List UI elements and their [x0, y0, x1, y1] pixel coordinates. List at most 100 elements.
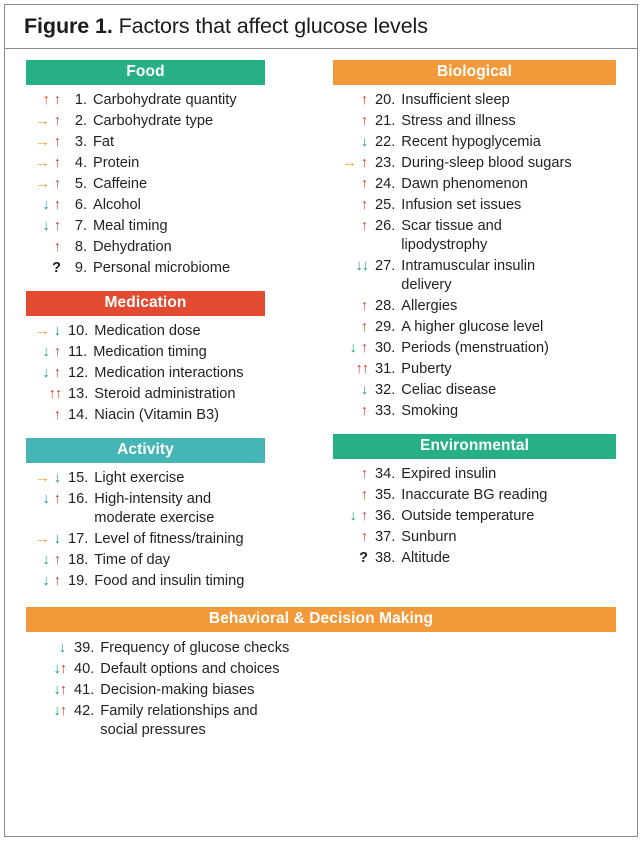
item-number: 42.: [74, 703, 95, 720]
item-number: 19.: [68, 573, 89, 590]
arrow-down-icon: ↓: [360, 381, 368, 398]
arrow-up-icon: ↑: [360, 297, 368, 314]
item-number: 28.: [375, 297, 396, 314]
arrow-down-icon: ↓: [42, 197, 50, 214]
item-label: Meal timing: [93, 218, 168, 235]
item-list-medication: → ↓ 10. Medication dose ↓ ↑ 11. Medication timi…: [26, 316, 265, 425]
item-label: Scar tissue and lipodystrophy: [401, 217, 616, 255]
list-item: ↓↑ 41. Decision-making biases: [26, 681, 616, 700]
item-label: Puberty: [401, 360, 452, 377]
item-number: 26.: [375, 218, 396, 235]
item-label: Allergies: [401, 297, 458, 314]
list-item: ↓ ↑ 19. Food and insulin timing: [26, 572, 265, 591]
arrow-up-icon: ↑: [53, 365, 61, 382]
list-item: ↑ 37. Sunburn: [333, 528, 616, 547]
arrow-up-icon: ↑: [53, 218, 61, 235]
item-label-continued: lipodystrophy: [401, 237, 488, 254]
arrow-down-icon: ↓: [42, 491, 50, 508]
item-number: 5.: [74, 176, 87, 193]
arrow-up-icon: ↑: [360, 487, 368, 503]
item-label: Personal microbiome: [93, 260, 231, 277]
arrow-up-icon: ↑: [360, 318, 368, 335]
item-number: 4.: [74, 155, 87, 172]
impact-arrows: ↓↓: [333, 257, 375, 276]
impact-arrows: ↓↑: [26, 702, 74, 721]
list-item: ↑ 25. Infusion set issues: [333, 196, 616, 215]
impact-arrows: ↑: [333, 297, 375, 316]
section-header-medication: Medication: [26, 290, 265, 317]
impact-arrows: ↓: [333, 381, 375, 400]
impact-arrows: ↑↑: [26, 385, 68, 404]
item-number: 1.: [74, 92, 87, 109]
list-item: → ↑ 2. Carbohydrate type: [26, 112, 265, 131]
item-number: 8.: [74, 239, 87, 256]
item-number: 13.: [68, 386, 89, 403]
impact-arrows: ↑: [26, 238, 68, 257]
list-item: → ↑ 4. Protein: [26, 154, 265, 173]
item-number: 24.: [375, 176, 396, 193]
arrow-down-icon: ↓: [349, 339, 357, 356]
item-number: 17.: [68, 531, 89, 548]
item-label: Insufficient sleep: [401, 92, 510, 109]
item-label: Frequency of glucose checks: [100, 640, 290, 657]
arrow-up-icon: ↑: [360, 155, 368, 172]
arrow-up-icon: ↑: [53, 176, 61, 193]
arrow-right-icon: →: [35, 531, 50, 548]
arrow-up-icon: ↑: [53, 113, 61, 130]
item-label: Alcohol: [93, 197, 141, 214]
item-number: 20.: [375, 92, 396, 109]
arrow-down-icon: ↓: [53, 531, 61, 548]
item-list-environmental: ↑ 34. Expired insulin ↑ 35. Inaccurate BG rea…: [333, 459, 616, 568]
arrow-up-icon: ↑: [360, 402, 368, 419]
list-item: → ↓ 15. Light exercise: [26, 469, 265, 488]
arrow-up-icon: ↑: [53, 239, 61, 256]
arrow-up-icon: ↑: [360, 507, 368, 524]
impact-arrows: ↓↑: [26, 196, 68, 215]
item-label: Default options and choices: [100, 661, 280, 678]
impact-arrows: ↓↑: [26, 681, 74, 700]
item-label: Medication timing: [93, 344, 207, 361]
impact-arrows: ↑: [333, 175, 375, 194]
item-label: Celiac disease: [401, 381, 497, 398]
list-item: ↓ ↑ 7. Meal timing: [26, 217, 265, 236]
arrow-up-icon: ↑: [360, 218, 368, 235]
arrow-down-icon: ↓: [58, 640, 66, 657]
impact-arrows: ↑: [26, 406, 68, 425]
list-item: ↓↑ 42. Family relationships and social pres…: [26, 702, 616, 740]
item-number: 33.: [375, 402, 396, 419]
item-number: 9.: [74, 260, 87, 277]
arrow-right-icon: →: [35, 470, 50, 487]
list-item: → ↑ 23. During-sleep blood sugars: [333, 154, 616, 173]
arrow-up-icon: ↑: [53, 134, 61, 151]
list-item: ↑ 34. Expired insulin: [333, 465, 616, 484]
arrow-down-icon: ↓: [42, 573, 50, 590]
impact-arrows: ↑: [333, 318, 375, 337]
item-number: 34.: [375, 466, 396, 483]
impact-arrows: ↑: [333, 486, 375, 505]
arrow-up-icon: ↑: [360, 197, 368, 214]
arrow-right-icon: →: [35, 323, 50, 340]
impact-arrows: ↓↑: [26, 343, 68, 362]
arrow-down-icon: ↓: [53, 470, 61, 487]
list-item: ↑ 21. Stress and illness: [333, 112, 616, 131]
arrow-right-icon: →: [35, 134, 50, 151]
arrow-up-icon: ↑: [59, 661, 67, 678]
list-item: ↑ ↑ 1. Carbohydrate quantity: [26, 91, 265, 110]
figure-caption: Factors that affect glucose levels: [118, 14, 428, 38]
section-activity: Activity → ↓ 15. Light exercise ↓ ↑ 16. High-in…: [26, 438, 265, 591]
item-label: Infusion set issues: [401, 197, 522, 214]
impact-arrows: ↑: [333, 217, 375, 236]
item-number: 25.: [375, 197, 396, 214]
impact-arrows: ↑↑: [333, 360, 375, 379]
impact-arrows: → ↑: [26, 175, 68, 194]
item-number: 35.: [375, 487, 396, 503]
item-label: Protein: [93, 155, 140, 172]
list-item: ↑ 33. Smoking: [333, 402, 616, 421]
arrow-up-icon: ↑: [360, 466, 368, 483]
item-label: Carbohydrate quantity: [93, 92, 237, 109]
arrow-up-icon: ↑: [54, 386, 62, 403]
arrow-up-icon: ↑: [53, 197, 61, 214]
section-medication: Medication → ↓ 10. Medication dose ↓ ↑ 11. Medi…: [26, 290, 265, 425]
impact-arrows: ↑: [333, 91, 375, 110]
list-item: ↓ 32. Celiac disease: [333, 381, 616, 400]
